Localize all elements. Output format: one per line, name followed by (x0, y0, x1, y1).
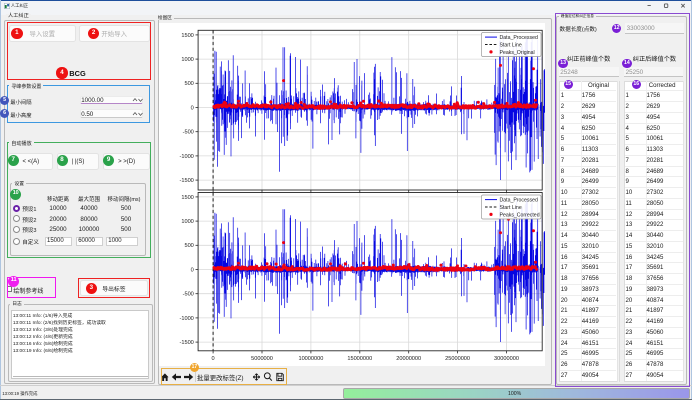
svg-text:1000: 1000 (181, 57, 193, 63)
svg-text:500: 500 (184, 243, 193, 249)
svg-text:1500: 1500 (181, 194, 193, 200)
svg-text:Peaks_Original: Peaks_Original (499, 49, 534, 55)
svg-text:-500: -500 (182, 291, 193, 297)
svg-text:-1500: -1500 (179, 178, 193, 184)
svg-text:Start Line: Start Line (499, 204, 521, 210)
svg-text:-500: -500 (182, 129, 193, 135)
svg-text:1000: 1000 (181, 219, 193, 225)
svg-text:-1000: -1000 (179, 153, 193, 159)
svg-text:500: 500 (184, 81, 193, 87)
svg-text:5000000: 5000000 (251, 356, 273, 362)
svg-text:10000000: 10000000 (298, 356, 323, 362)
svg-text:-1500: -1500 (179, 340, 193, 346)
svg-text:-1000: -1000 (179, 315, 193, 321)
svg-text:Start Line: Start Line (499, 42, 521, 48)
svg-text:0: 0 (190, 105, 193, 111)
svg-text:20000000: 20000000 (396, 356, 421, 362)
svg-text:Data_Processed: Data_Processed (499, 197, 537, 203)
svg-text:0: 0 (211, 356, 214, 362)
svg-text:30000000: 30000000 (494, 356, 519, 362)
svg-text:25000000: 25000000 (445, 356, 470, 362)
svg-text:15000000: 15000000 (347, 356, 372, 362)
svg-text:Data_Processed: Data_Processed (499, 35, 537, 41)
svg-text:1500: 1500 (181, 32, 193, 38)
svg-text:0: 0 (190, 267, 193, 273)
svg-text:Peaks_Corrected: Peaks_Corrected (499, 212, 539, 218)
